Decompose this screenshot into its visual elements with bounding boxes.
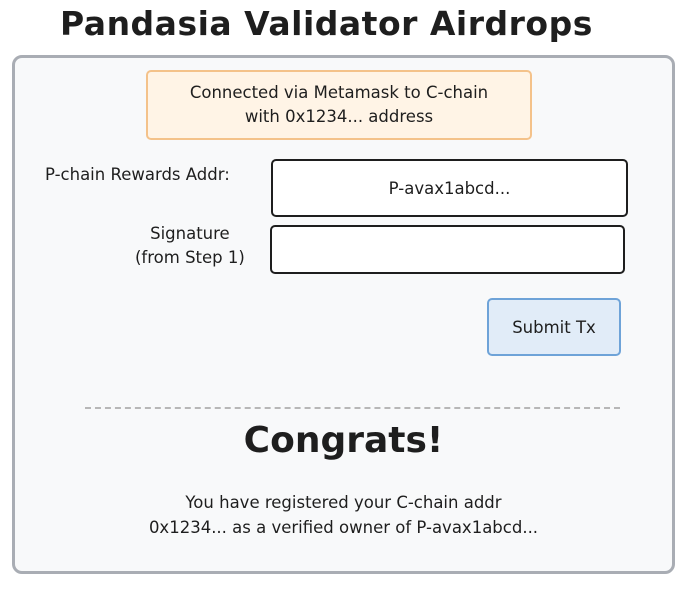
connection-status-line-2: with 0x1234... address	[244, 107, 434, 126]
submit-tx-button[interactable]: Submit Tx	[487, 298, 621, 356]
page-title: Pandasia Validator Airdrops	[60, 4, 593, 43]
rewards-address-label: P-chain Rewards Addr:	[45, 165, 230, 184]
page: Pandasia Validator Airdrops Connected vi…	[0, 0, 697, 598]
registration-message-line-2: 0x1234... as a verified owner of P-avax1…	[148, 518, 539, 537]
connection-status-line-1: Connected via Metamask to C-chain	[189, 83, 489, 102]
congrats-heading: Congrats!	[243, 420, 444, 461]
rewards-address-value: P-avax1abcd...	[388, 178, 511, 198]
registration-message: You have registered your C-chain addr 0x…	[15, 490, 672, 540]
connection-status-text: Connected via Metamask to C-chain with 0…	[190, 81, 488, 129]
rewards-address-field[interactable]: P-avax1abcd...	[271, 159, 628, 217]
signature-label-line-1: Signature	[150, 224, 230, 243]
signature-field[interactable]	[270, 225, 625, 274]
registration-message-line-1: You have registered your C-chain addr	[185, 493, 502, 512]
divider	[85, 407, 620, 409]
connection-status-box: Connected via Metamask to C-chain with 0…	[146, 70, 532, 140]
signature-label: Signature (from Step 1)	[135, 222, 245, 270]
signature-label-line-2: (from Step 1)	[135, 248, 245, 267]
airdrop-panel: Connected via Metamask to C-chain with 0…	[12, 55, 675, 574]
